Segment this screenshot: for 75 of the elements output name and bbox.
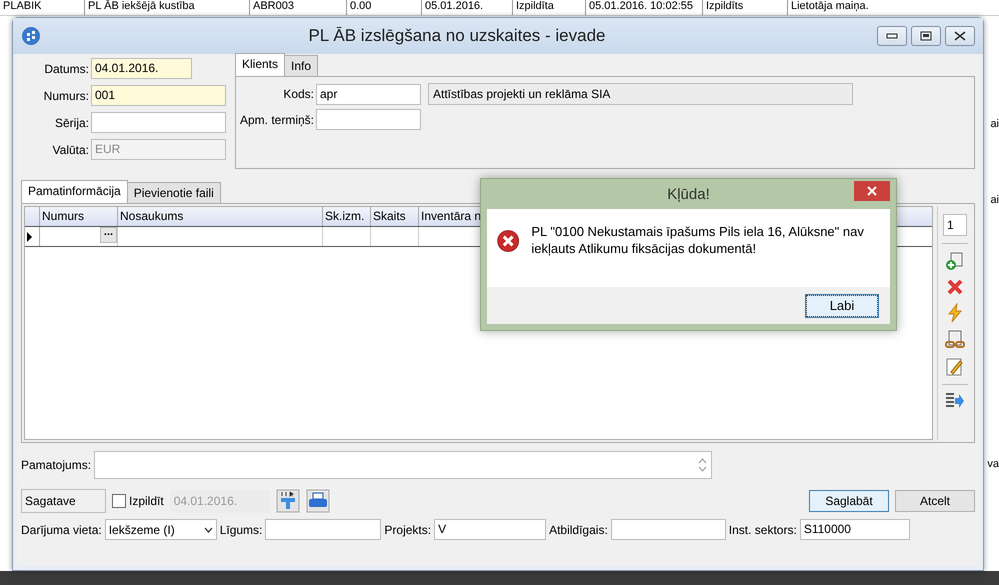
column-header[interactable]: Numurs	[40, 207, 118, 226]
table-cell: Lietotāja maiņa.	[788, 0, 999, 15]
checkbox-label: Izpildīt	[129, 494, 164, 508]
close-icon	[867, 186, 877, 196]
action-button[interactable]: Atcelt	[895, 490, 975, 512]
debit-credit-icon[interactable]	[276, 489, 300, 513]
scroll-arrows-icon	[698, 457, 708, 473]
field-label: Inst. sektors:	[728, 522, 797, 536]
table-cell: 05.01.2016. 10:02:55	[586, 0, 703, 15]
input-field[interactable]: 001	[91, 85, 226, 106]
field-label: Valūta:	[52, 142, 89, 156]
client-name-field: Attīstības projekti un reklāma SIA	[428, 83, 853, 105]
status-field: Sagatave	[21, 489, 106, 513]
table-cell: va	[987, 458, 999, 470]
field-label: Numurs:	[42, 88, 89, 102]
input-field[interactable]	[91, 112, 226, 133]
column-header[interactable]: Sk.izm.	[323, 207, 371, 226]
table-cell: ai	[990, 118, 999, 130]
close-button[interactable]	[854, 181, 890, 201]
field-label: Kods:	[282, 87, 314, 101]
window-title: PL ĀB izslēgšana no uzskaites - ievade	[307, 26, 607, 46]
field-label: Darījuma vieta:	[21, 522, 102, 536]
lightning-icon[interactable]	[946, 303, 964, 323]
close-icon	[954, 31, 966, 41]
input-field[interactable]: S110000	[800, 519, 910, 540]
caret-icon	[204, 526, 213, 532]
delete-icon[interactable]	[946, 278, 964, 296]
input-field[interactable]	[610, 519, 726, 540]
minimize-icon	[886, 33, 898, 39]
tab[interactable]: Info	[284, 55, 318, 76]
browse-button[interactable]: ...	[100, 227, 117, 243]
tab[interactable]: Pievienotie faili	[126, 182, 221, 203]
input-field[interactable]: 04.01.2016.	[91, 58, 192, 79]
dialog-title: Kļūda!	[666, 186, 711, 202]
input-field[interactable]	[316, 109, 421, 130]
input-field[interactable]: V	[434, 519, 546, 540]
table-cell: PL ĀB iekšējā kustība	[85, 0, 250, 15]
edit-icon[interactable]	[946, 357, 964, 377]
date-field: 04.01.2016.	[170, 490, 270, 512]
field-label: Pamatojums:	[21, 458, 92, 472]
input-field[interactable]	[265, 519, 382, 540]
field-label: Datums:	[43, 62, 89, 76]
minimize-button[interactable]	[877, 26, 907, 46]
tab[interactable]: Pamatinformācija	[21, 180, 128, 203]
table-cell: 0.00	[347, 0, 422, 15]
table-cell: 05.01.2016.	[422, 0, 513, 15]
column-header[interactable]: Skaits	[371, 207, 419, 226]
dropdown[interactable]: Iekšzeme (I)	[104, 519, 217, 540]
field-label: Līgums:	[220, 522, 262, 536]
field-label: Sērija:	[54, 116, 89, 130]
app-icon	[21, 26, 41, 46]
add-document-icon[interactable]	[945, 251, 965, 271]
tab[interactable]: Klients	[235, 53, 286, 76]
error-message: PL "0100 Nekustamais īpašums Pils iela 16, Alūksne" nav iekļauts Atlikumu fiksācijas dokumentā!	[531, 223, 865, 258]
table-cell: ABR003	[250, 0, 347, 15]
checkbox[interactable]	[112, 494, 126, 508]
ok-button[interactable]: Labi	[806, 294, 878, 316]
table-cell: Izpildīta	[513, 0, 586, 15]
column-header[interactable]: Nosaukums	[118, 207, 323, 226]
field-label: Atbildīgais:	[549, 522, 608, 536]
maximize-button[interactable]	[911, 26, 941, 46]
action-button[interactable]: Saglabāt	[809, 490, 889, 512]
input-field[interactable]: apr	[316, 84, 421, 104]
field-label: Apm. termiņš:	[238, 112, 314, 126]
link-document-icon[interactable]	[944, 330, 966, 350]
table-cell: PLABIK	[0, 0, 85, 15]
list-arrow-icon[interactable]	[945, 392, 965, 410]
table-cell: ai	[990, 194, 999, 206]
table-cell: Izpildīts	[703, 0, 788, 15]
row-counter: 1	[943, 214, 967, 236]
field-label: Projekts:	[384, 522, 432, 536]
maximize-icon	[920, 31, 932, 41]
current-row-icon	[25, 230, 33, 242]
printer-icon[interactable]	[306, 489, 330, 513]
close-button[interactable]	[945, 26, 975, 46]
